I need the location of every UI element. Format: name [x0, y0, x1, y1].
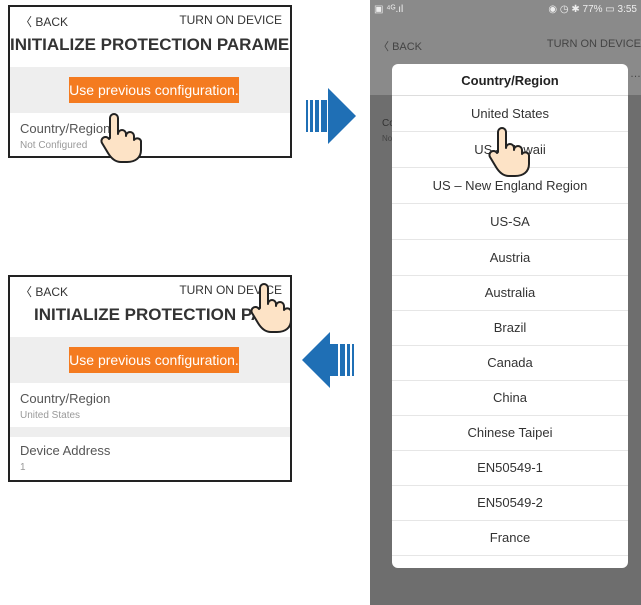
back-label: BACK — [392, 41, 423, 53]
back-button[interactable]: 〈 BACK — [20, 13, 68, 30]
tap-hand-icon — [250, 283, 292, 333]
arrow-left-icon — [302, 332, 354, 388]
status-bar: ▣ ⁴ᴳ.ıl ◉ ◷ ✱ 77% ▭ 3:55 — [370, 0, 641, 22]
turn-on-device-button[interactable]: TURN ON DEVICE — [179, 13, 282, 27]
use-previous-button[interactable]: Use previous configuration. — [69, 77, 239, 103]
option-france[interactable]: France — [392, 520, 628, 556]
option-en50549-1[interactable]: EN50549-1 — [392, 450, 628, 486]
back-button[interactable]: 〈 BACK — [378, 38, 422, 54]
background-country-value: No — [382, 134, 393, 143]
panel-before-header: 〈 BACK TURN ON DEVICE — [10, 7, 290, 33]
signal-icon: ▣ ⁴ᴳ.ıl — [374, 4, 404, 15]
status-right: ◉ ◷ ✱ 77% ▭ 3:55 — [548, 4, 637, 15]
page-title: INITIALIZE PROTECTION PARAME… — [10, 35, 290, 54]
use-previous-button[interactable]: Use previous configuration. — [69, 347, 239, 373]
title-ellipsis: … — [630, 68, 641, 80]
tap-hand-icon — [488, 127, 530, 177]
panel-before: 〈 BACK TURN ON DEVICE INITIALIZE PROTECT… — [8, 5, 292, 158]
back-label: BACK — [35, 15, 69, 29]
device-address-label[interactable]: Device Address — [20, 443, 110, 458]
option-china[interactable]: China — [392, 380, 628, 416]
option-chinese-taipei[interactable]: Chinese Taipei — [392, 415, 628, 451]
country-region-label[interactable]: Country/Region — [20, 391, 110, 406]
option-canada[interactable]: Canada — [392, 345, 628, 381]
phone-screen: ▣ ⁴ᴳ.ıl ◉ ◷ ✱ 77% ▭ 3:55 〈 BACK TURN ON … — [370, 0, 641, 605]
option-australia[interactable]: Australia — [392, 275, 628, 311]
option-en50549-2[interactable]: EN50549-2 — [392, 485, 628, 521]
country-region-value: Not Configured — [20, 140, 88, 151]
option-us-sa[interactable]: US-SA — [392, 204, 628, 240]
arrow-right-icon — [306, 88, 356, 144]
section-gap — [10, 427, 290, 437]
option-brazil[interactable]: Brazil — [392, 310, 628, 346]
turn-on-device-button[interactable]: TURN ON DEVICE — [547, 38, 641, 50]
device-address-value: 1 — [20, 462, 26, 473]
country-region-value: United States — [20, 410, 81, 421]
tap-hand-icon — [100, 113, 142, 163]
back-button[interactable]: 〈 BACK — [20, 283, 68, 300]
option-austria[interactable]: Austria — [392, 240, 628, 276]
back-label: BACK — [35, 285, 69, 299]
dialog-title: Country/Region — [461, 73, 559, 88]
